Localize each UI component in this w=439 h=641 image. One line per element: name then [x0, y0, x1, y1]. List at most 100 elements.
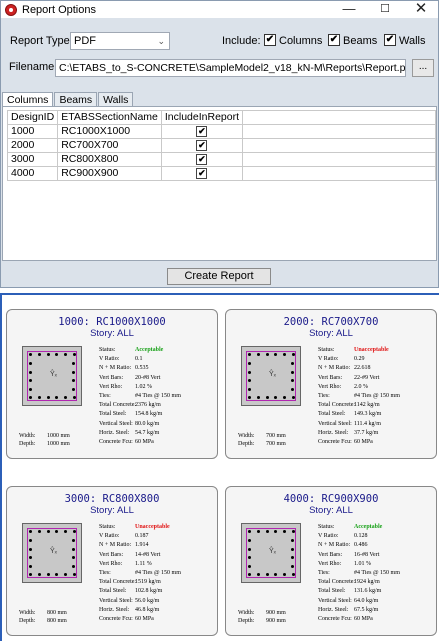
grid-cell[interactable]: RC700X700	[57, 138, 162, 153]
rebar-dot	[46, 396, 50, 399]
rebar-dot	[292, 396, 295, 399]
table-row[interactable]: 1000 RC1000X1000 ✔	[6, 124, 436, 139]
property-label: V Ratio:	[318, 356, 339, 363]
section-drawing: Ŷₓ	[241, 523, 301, 583]
rebar-dot	[37, 396, 41, 399]
property-value: 102.8 kg/m	[135, 588, 163, 595]
width-label: Width:	[238, 610, 255, 616]
card-title: 1000: RC1000X1000	[58, 316, 166, 328]
property-label: Horiz. Steel:	[99, 429, 130, 436]
table-row[interactable]: 2000 RC700X700 ✔	[6, 138, 436, 153]
rebar-dot	[248, 530, 251, 533]
table-row[interactable]: 4000 RC900X900 ✔	[6, 166, 436, 181]
property-label: Ties:	[318, 393, 330, 400]
report-type-select[interactable]: PDF ⌄	[70, 32, 170, 50]
rebar-dot	[29, 573, 32, 576]
include-checkbox[interactable]: ✔	[196, 167, 208, 179]
grid-cell[interactable]: 2000	[6, 138, 59, 153]
include-walls-checkbox[interactable]: ✔	[384, 34, 396, 46]
depth-label: Depth:	[19, 441, 36, 447]
property-value: 14-#8 Vert	[135, 551, 161, 558]
close-button[interactable]: ✕	[404, 1, 438, 18]
grid-cell-filler	[242, 152, 436, 167]
include-checkbox[interactable]: ✔	[196, 139, 208, 151]
browse-button[interactable]: ...	[412, 59, 434, 77]
grid-header-designid[interactable]: DesignID	[6, 110, 59, 125]
property-value: 67.5 kg/m	[354, 606, 379, 613]
include-checkbox[interactable]: ✔	[196, 153, 208, 165]
rebar-dot	[72, 547, 75, 551]
options-row: Report Type: PDF ⌄ Include: ✔ Columns ✔ …	[1, 32, 438, 50]
property-value: 22-#9 Vert	[354, 374, 380, 381]
width-label: Width:	[19, 610, 36, 616]
design-properties: Status: Acceptable V Ratio: 0.1 N + M Ratio:…	[99, 346, 181, 447]
maximize-button[interactable]: ☐	[368, 1, 402, 18]
grid-header-sectionname[interactable]: ETABSSectionName	[57, 110, 162, 125]
grid-cell-checkbox[interactable]: ✔	[160, 152, 244, 167]
width-value: 1000 mm	[47, 433, 70, 439]
grid-header-include[interactable]: IncludeInReport	[160, 110, 244, 125]
include-checkbox[interactable]: ✔	[196, 125, 208, 137]
property-label: Total Steel:	[318, 588, 346, 595]
grid-cell-checkbox[interactable]: ✔	[160, 166, 244, 181]
property-label: Total Steel:	[99, 588, 127, 595]
grid-cell[interactable]: RC1000X1000	[57, 124, 162, 139]
axis-icon: Ŷₓ	[50, 548, 57, 555]
property-label: Horiz. Steel:	[99, 606, 130, 613]
width-value: 800 mm	[47, 610, 67, 616]
minimize-button[interactable]: —	[332, 1, 366, 18]
design-properties: Status: Unacceptable V Ratio: 0.29 N + M Rat…	[318, 346, 400, 447]
section-dimensions: Width: 900 mm Depth: 900 mm	[238, 609, 286, 625]
axis-icon: Ŷₓ	[269, 548, 276, 555]
grid-header-filler	[242, 110, 436, 125]
rebar-dot	[248, 361, 251, 365]
depth-value: 1000 mm	[47, 441, 70, 447]
include-columns-checkbox[interactable]: ✔	[264, 34, 276, 46]
rebar-dot	[46, 353, 50, 356]
rebar-dot	[37, 353, 41, 356]
property-value: 2.0 %	[354, 383, 368, 390]
grid-cell[interactable]: 1000	[6, 124, 59, 139]
status-badge: Unacceptable	[354, 347, 389, 353]
table-row[interactable]: 3000 RC800X800 ✔	[6, 152, 436, 167]
grid-cell[interactable]: 3000	[6, 152, 59, 167]
grid-cell-checkbox[interactable]: ✔	[160, 124, 244, 139]
tab-beams[interactable]: Beams	[54, 92, 98, 107]
column-report-card: 1000: RC1000X1000 Story: ALL Ŷₓ Width: 1000 …	[6, 309, 218, 459]
rebar-dot	[265, 573, 269, 576]
grid-cell-checkbox[interactable]: ✔	[160, 138, 244, 153]
card-story: Story: ALL	[90, 328, 134, 339]
filename-input[interactable]: C:\ETABS_to_S-CONCRETE\SampleModel2_v18_…	[55, 59, 406, 77]
property-label: Total Steel:	[318, 411, 346, 418]
property-value: 0.1	[135, 356, 143, 363]
property-value: 0.128	[354, 533, 368, 540]
property-label: Vert Rho:	[99, 383, 123, 390]
property-value: 0.535	[135, 365, 149, 372]
grid-cell-filler	[242, 166, 436, 181]
width-value: 900 mm	[266, 610, 286, 616]
status-badge: Acceptable	[354, 524, 383, 530]
rebar-dot	[73, 396, 76, 399]
rebar-dot	[248, 353, 251, 356]
property-label: Concrete Fcu:	[99, 439, 133, 446]
report-options-dialog: Report Options — ☐ ✕ Report Type: PDF ⌄ …	[0, 0, 439, 288]
card-title: 2000: RC700X700	[283, 316, 379, 328]
rebar-dot	[256, 353, 260, 356]
report-type-value: PDF	[74, 35, 96, 47]
property-label: Ties:	[99, 393, 111, 400]
create-report-button[interactable]: Create Report	[167, 268, 271, 285]
include-beams-checkbox[interactable]: ✔	[328, 34, 340, 46]
property-label: V Ratio:	[318, 533, 339, 540]
grid-cell[interactable]: 4000	[6, 166, 59, 181]
property-value: 54.7 kg/m	[135, 429, 160, 436]
property-label: Vertical Steel:	[318, 420, 352, 427]
grid-cell[interactable]: RC800X800	[57, 152, 162, 167]
property-label: Vert Bars:	[99, 374, 124, 381]
status-badge: Unacceptable	[135, 524, 170, 530]
tab-walls[interactable]: Walls	[98, 92, 134, 107]
grid-cell[interactable]: RC900X900	[57, 166, 162, 181]
property-label: Vert Rho:	[318, 383, 342, 390]
property-label: Vert Bars:	[318, 551, 343, 558]
property-value: 60 MPa	[135, 616, 154, 623]
status-badge: Acceptable	[135, 347, 164, 353]
